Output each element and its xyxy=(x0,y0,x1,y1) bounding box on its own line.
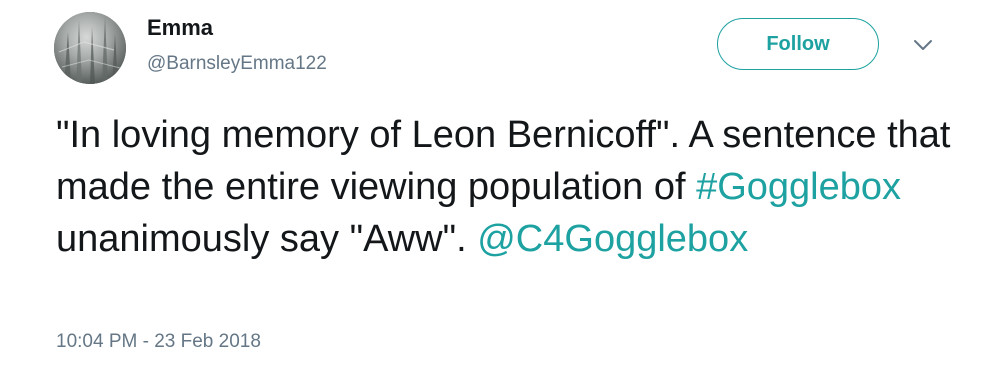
tweet-card: Emma @BarnsleyEmma122 Follow "In loving … xyxy=(0,0,992,371)
hashtag-link[interactable]: #Gogglebox xyxy=(696,166,901,208)
mention-link[interactable]: @C4Gogglebox xyxy=(477,218,748,260)
tweet-text-part2: unanimously say "Aww". xyxy=(56,218,478,260)
profile-photo-icon xyxy=(54,12,126,84)
tweet-text: "In loving memory of Leon Bernicoff". A … xyxy=(56,109,956,265)
tweet-timestamp[interactable]: 10:04 PM - 23 Feb 2018 xyxy=(56,330,261,354)
user-handle[interactable]: @BarnsleyEmma122 xyxy=(147,52,327,76)
avatar[interactable] xyxy=(54,12,126,84)
follow-button[interactable]: Follow xyxy=(717,18,879,70)
user-display-name[interactable]: Emma xyxy=(147,15,213,41)
chevron-down-icon[interactable] xyxy=(912,38,934,52)
